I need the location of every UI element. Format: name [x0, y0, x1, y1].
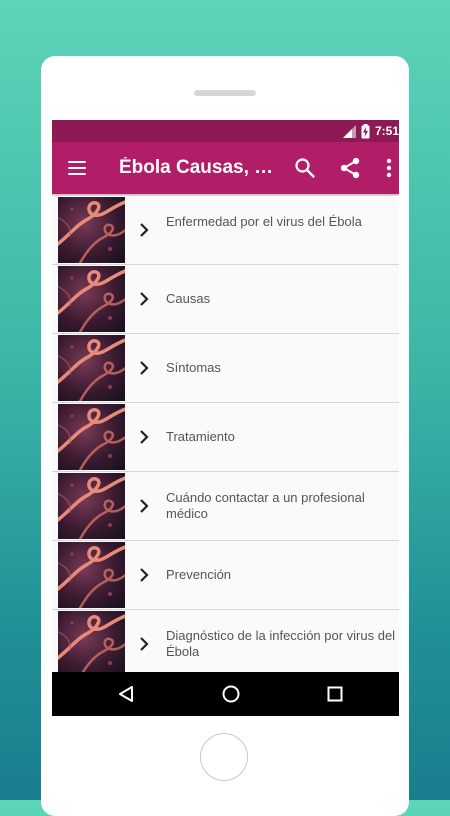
list-item-label: Síntomas	[166, 360, 221, 375]
list-item[interactable]: Enfermedad por el virus del Ébola	[52, 196, 399, 265]
chevron-right-icon	[140, 223, 149, 237]
list-item[interactable]: Causas	[52, 265, 399, 334]
list-item[interactable]: Prevención	[52, 541, 399, 610]
list-item-label: Causas	[166, 291, 211, 306]
chevron-right-icon	[140, 292, 149, 306]
list-item-label: Diagnóstico de la infección por virus de…	[166, 628, 396, 659]
status-icons: 7:51	[342, 123, 399, 139]
phone-frame: 7:51 Ébola Causas, síntomas y tratamient…	[41, 56, 409, 816]
ebola-virus-thumbnail	[58, 473, 125, 539]
list-item[interactable]: Síntomas	[52, 334, 399, 403]
chevron-right-icon	[140, 499, 149, 513]
list-item-label: Enfermedad por el virus del Ébola	[166, 214, 362, 229]
search-icon[interactable]	[294, 157, 316, 179]
home-circle-icon[interactable]	[221, 684, 241, 704]
status-time: 7:51	[374, 124, 399, 138]
menu-icon[interactable]	[66, 157, 88, 179]
battery-charging-icon	[361, 123, 370, 138]
app-screen: 7:51 Ébola Causas, síntomas y tratamient…	[52, 120, 399, 716]
back-triangle-icon[interactable]	[116, 684, 136, 704]
list-item[interactable]: Tratamiento	[52, 403, 399, 472]
signal-icon	[342, 124, 356, 138]
list-item-label: Tratamiento	[166, 429, 235, 444]
ebola-virus-thumbnail	[58, 197, 125, 263]
chevron-right-icon	[140, 568, 149, 582]
chevron-right-icon	[140, 637, 149, 651]
page-title: Ébola Causas, síntomas y tratamiento	[119, 157, 279, 178]
chevron-right-icon	[140, 430, 149, 444]
ebola-virus-thumbnail	[58, 611, 125, 677]
phone-speaker	[194, 90, 256, 96]
list-item-label: Cuándo contactar a un profesional médico	[166, 490, 365, 521]
more-vert-icon[interactable]	[382, 156, 396, 180]
chevron-right-icon	[140, 361, 149, 375]
recents-square-icon[interactable]	[325, 684, 345, 704]
ebola-virus-thumbnail	[58, 335, 125, 401]
navigation-bar	[52, 672, 399, 716]
list-item[interactable]: Diagnóstico de la infección por virus de…	[52, 610, 399, 679]
ebola-virus-thumbnail	[58, 404, 125, 470]
topic-list: Enfermedad por el virus del Ébola Causas	[52, 196, 399, 679]
share-icon[interactable]	[338, 156, 362, 180]
list-item[interactable]: Cuándo contactar a un profesional médico	[52, 472, 399, 541]
ebola-virus-thumbnail	[58, 542, 125, 608]
app-bar: Ébola Causas, síntomas y tratamiento	[52, 142, 399, 194]
ebola-virus-thumbnail	[58, 266, 125, 332]
phone-home-button	[200, 733, 248, 781]
list-item-label: Prevención	[166, 567, 232, 582]
status-bar: 7:51	[52, 120, 399, 142]
